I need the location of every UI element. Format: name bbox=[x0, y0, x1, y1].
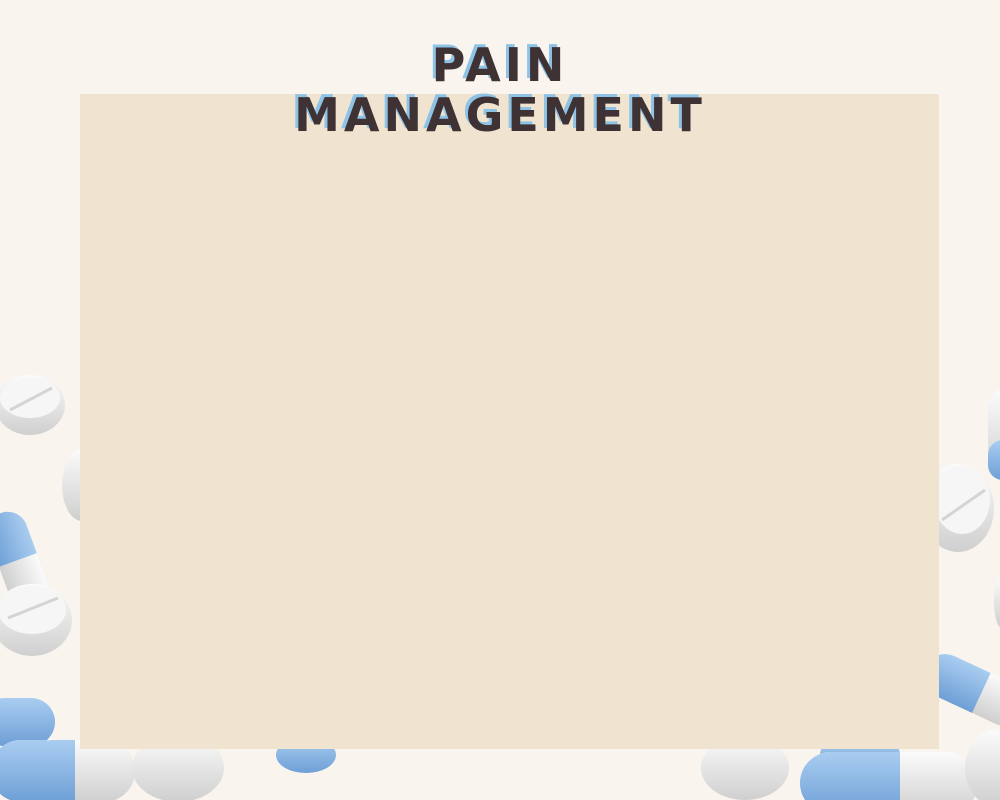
tablet-pill-icon bbox=[0, 375, 65, 435]
title-line-1: PAIN bbox=[431, 38, 569, 92]
capsule-pill-icon bbox=[800, 752, 978, 800]
content-panel bbox=[80, 94, 939, 749]
capsule-pill-icon bbox=[0, 740, 135, 800]
capsule-pill-icon bbox=[988, 390, 1000, 480]
tablet-pill-icon bbox=[0, 584, 72, 656]
title-line-2: MANAGEMENT bbox=[294, 88, 706, 142]
page-title: PAIN MANAGEMENT bbox=[0, 40, 1000, 140]
tablet-pill-icon bbox=[994, 576, 1000, 628]
capsule-pill-icon bbox=[0, 698, 55, 746]
